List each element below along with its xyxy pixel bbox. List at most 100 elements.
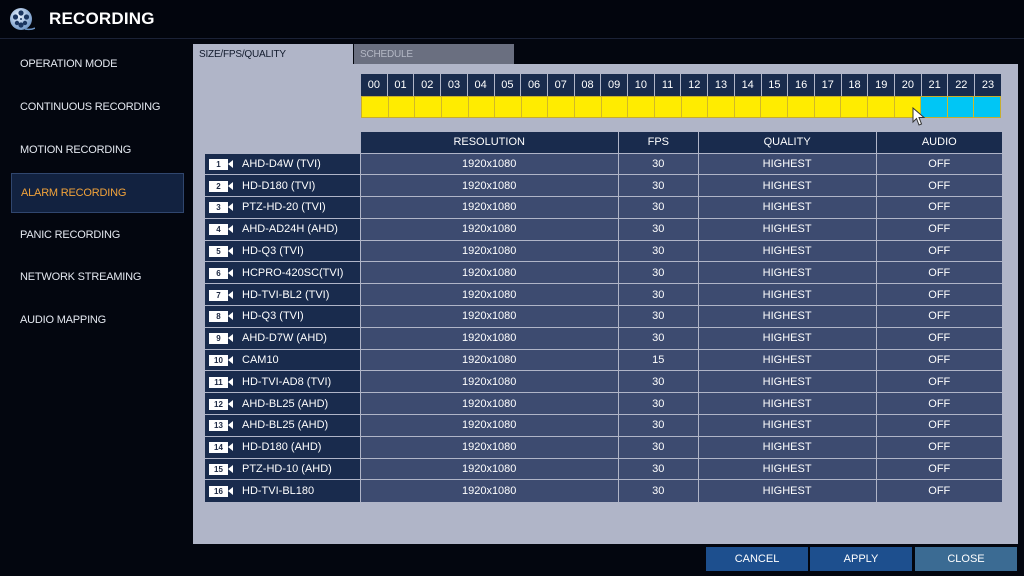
audio-cell[interactable]: OFF xyxy=(875,239,1002,262)
audio-cell[interactable]: OFF xyxy=(875,457,1002,480)
quality-cell[interactable]: HIGHEST xyxy=(697,283,877,306)
fps-cell[interactable]: 15 xyxy=(617,348,699,371)
schedule-hour-cell[interactable] xyxy=(867,97,895,117)
fps-cell[interactable]: 30 xyxy=(617,370,699,393)
sidebar-item-operation-mode[interactable]: OPERATION MODE xyxy=(11,44,184,84)
audio-cell[interactable]: OFF xyxy=(875,305,1002,328)
schedule-hour-cell[interactable] xyxy=(654,97,682,117)
schedule-hour-cell[interactable] xyxy=(388,97,416,117)
close-button[interactable]: CLOSE xyxy=(915,547,1017,571)
sidebar-item-continuous-recording[interactable]: CONTINUOUS RECORDING xyxy=(11,87,184,127)
tab-schedule[interactable]: SCHEDULE xyxy=(354,44,514,65)
resolution-cell[interactable]: 1920x1080 xyxy=(359,392,619,415)
schedule-hour-cell[interactable] xyxy=(362,97,389,117)
sidebar-item-motion-recording[interactable]: MOTION RECORDING xyxy=(11,130,184,170)
audio-cell[interactable]: OFF xyxy=(875,326,1002,350)
resolution-cell[interactable]: 1920x1080 xyxy=(359,326,619,350)
resolution-cell[interactable]: 1920x1080 xyxy=(359,370,619,393)
schedule-hour-cell[interactable] xyxy=(734,97,762,117)
schedule-hour-cell[interactable] xyxy=(441,97,469,117)
apply-button[interactable]: APPLY xyxy=(810,547,912,571)
schedule-hour-cell[interactable] xyxy=(521,97,549,117)
fps-cell[interactable]: 30 xyxy=(617,196,699,219)
resolution-cell[interactable]: 1920x1080 xyxy=(359,152,619,175)
quality-cell[interactable]: HIGHEST xyxy=(697,217,877,241)
schedule-hour-cell[interactable] xyxy=(708,97,735,117)
audio-cell[interactable]: OFF xyxy=(875,217,1002,241)
schedule-hour-cell[interactable] xyxy=(947,97,975,117)
audio-cell[interactable]: OFF xyxy=(875,479,1002,502)
fps-cell[interactable]: 30 xyxy=(617,479,699,502)
resolution-cell[interactable]: 1920x1080 xyxy=(359,217,619,241)
resolution-cell[interactable]: 1920x1080 xyxy=(359,283,619,306)
sidebar-item-network-streaming[interactable]: NETWORK STREAMING xyxy=(11,257,184,297)
fps-cell[interactable]: 30 xyxy=(617,435,699,459)
quality-cell[interactable]: HIGHEST xyxy=(697,392,877,415)
quality-cell[interactable]: HIGHEST xyxy=(697,174,877,197)
fps-cell[interactable]: 30 xyxy=(617,261,699,284)
quality-cell[interactable]: HIGHEST xyxy=(697,196,877,219)
fps-cell[interactable]: 30 xyxy=(617,305,699,328)
schedule-hour-cell[interactable] xyxy=(788,97,815,117)
fps-cell[interactable]: 30 xyxy=(617,152,699,175)
schedule-hour-cell[interactable] xyxy=(761,97,788,117)
camera-name-cell: 12 AHD-BL25 (AHD) xyxy=(205,392,360,415)
quality-cell[interactable]: HIGHEST xyxy=(697,435,877,459)
fps-cell[interactable]: 30 xyxy=(617,174,699,197)
resolution-cell[interactable]: 1920x1080 xyxy=(359,305,619,328)
quality-cell[interactable]: HIGHEST xyxy=(697,479,877,502)
fps-cell[interactable]: 30 xyxy=(617,457,699,480)
audio-cell[interactable]: OFF xyxy=(875,152,1002,175)
resolution-cell[interactable]: 1920x1080 xyxy=(359,174,619,197)
sidebar-item-alarm-recording[interactable]: ALARM RECORDING xyxy=(11,173,184,213)
schedule-hour-cell[interactable] xyxy=(495,97,522,117)
sidebar-item-panic-recording[interactable]: PANIC RECORDING xyxy=(11,215,184,255)
schedule-hour-cell[interactable] xyxy=(548,97,575,117)
sidebar-item-audio-mapping[interactable]: AUDIO MAPPING xyxy=(11,300,184,340)
camera-name: PTZ-HD-10 (AHD) xyxy=(242,463,332,476)
schedule-hour-cell[interactable] xyxy=(628,97,655,117)
resolution-cell[interactable]: 1920x1080 xyxy=(359,196,619,219)
quality-cell[interactable]: HIGHEST xyxy=(697,414,877,437)
fps-cell[interactable]: 30 xyxy=(617,239,699,262)
audio-cell[interactable]: OFF xyxy=(875,370,1002,393)
quality-cell[interactable]: HIGHEST xyxy=(697,457,877,480)
schedule-hour-cell[interactable] xyxy=(575,97,602,117)
schedule-hour-cell[interactable] xyxy=(468,97,496,117)
quality-cell[interactable]: HIGHEST xyxy=(697,239,877,262)
resolution-cell[interactable]: 1920x1080 xyxy=(359,479,619,502)
resolution-cell[interactable]: 1920x1080 xyxy=(359,414,619,437)
fps-cell[interactable]: 30 xyxy=(617,283,699,306)
quality-cell[interactable]: HIGHEST xyxy=(697,152,877,175)
audio-cell[interactable]: OFF xyxy=(875,196,1002,219)
schedule-hour-cell[interactable] xyxy=(974,97,1000,117)
resolution-cell[interactable]: 1920x1080 xyxy=(359,261,619,284)
audio-cell[interactable]: OFF xyxy=(875,261,1002,284)
fps-cell[interactable]: 30 xyxy=(617,392,699,415)
schedule-hour-cell[interactable] xyxy=(601,97,629,117)
tab-size-fps-quality[interactable]: SIZE/FPS/QUALITY xyxy=(193,44,353,65)
resolution-cell[interactable]: 1920x1080 xyxy=(359,435,619,459)
quality-cell[interactable]: HIGHEST xyxy=(697,261,877,284)
fps-cell[interactable]: 30 xyxy=(617,414,699,437)
quality-cell[interactable]: HIGHEST xyxy=(697,370,877,393)
quality-cell[interactable]: HIGHEST xyxy=(697,305,877,328)
audio-cell[interactable]: OFF xyxy=(875,348,1002,371)
fps-cell[interactable]: 30 xyxy=(617,326,699,350)
fps-cell[interactable]: 30 xyxy=(617,217,699,241)
quality-cell[interactable]: HIGHEST xyxy=(697,326,877,350)
resolution-cell[interactable]: 1920x1080 xyxy=(359,457,619,480)
resolution-cell[interactable]: 1920x1080 xyxy=(359,348,619,371)
quality-cell[interactable]: HIGHEST xyxy=(697,348,877,371)
audio-cell[interactable]: OFF xyxy=(875,174,1002,197)
cancel-button[interactable]: CANCEL xyxy=(706,547,808,571)
schedule-hour-cell[interactable] xyxy=(841,97,868,117)
audio-cell[interactable]: OFF xyxy=(875,283,1002,306)
schedule-hour-cell[interactable] xyxy=(814,97,842,117)
schedule-hour-cell[interactable] xyxy=(415,97,442,117)
schedule-hour-cell[interactable] xyxy=(681,97,709,117)
resolution-cell[interactable]: 1920x1080 xyxy=(359,239,619,262)
audio-cell[interactable]: OFF xyxy=(875,435,1002,459)
audio-cell[interactable]: OFF xyxy=(875,414,1002,437)
audio-cell[interactable]: OFF xyxy=(875,392,1002,415)
